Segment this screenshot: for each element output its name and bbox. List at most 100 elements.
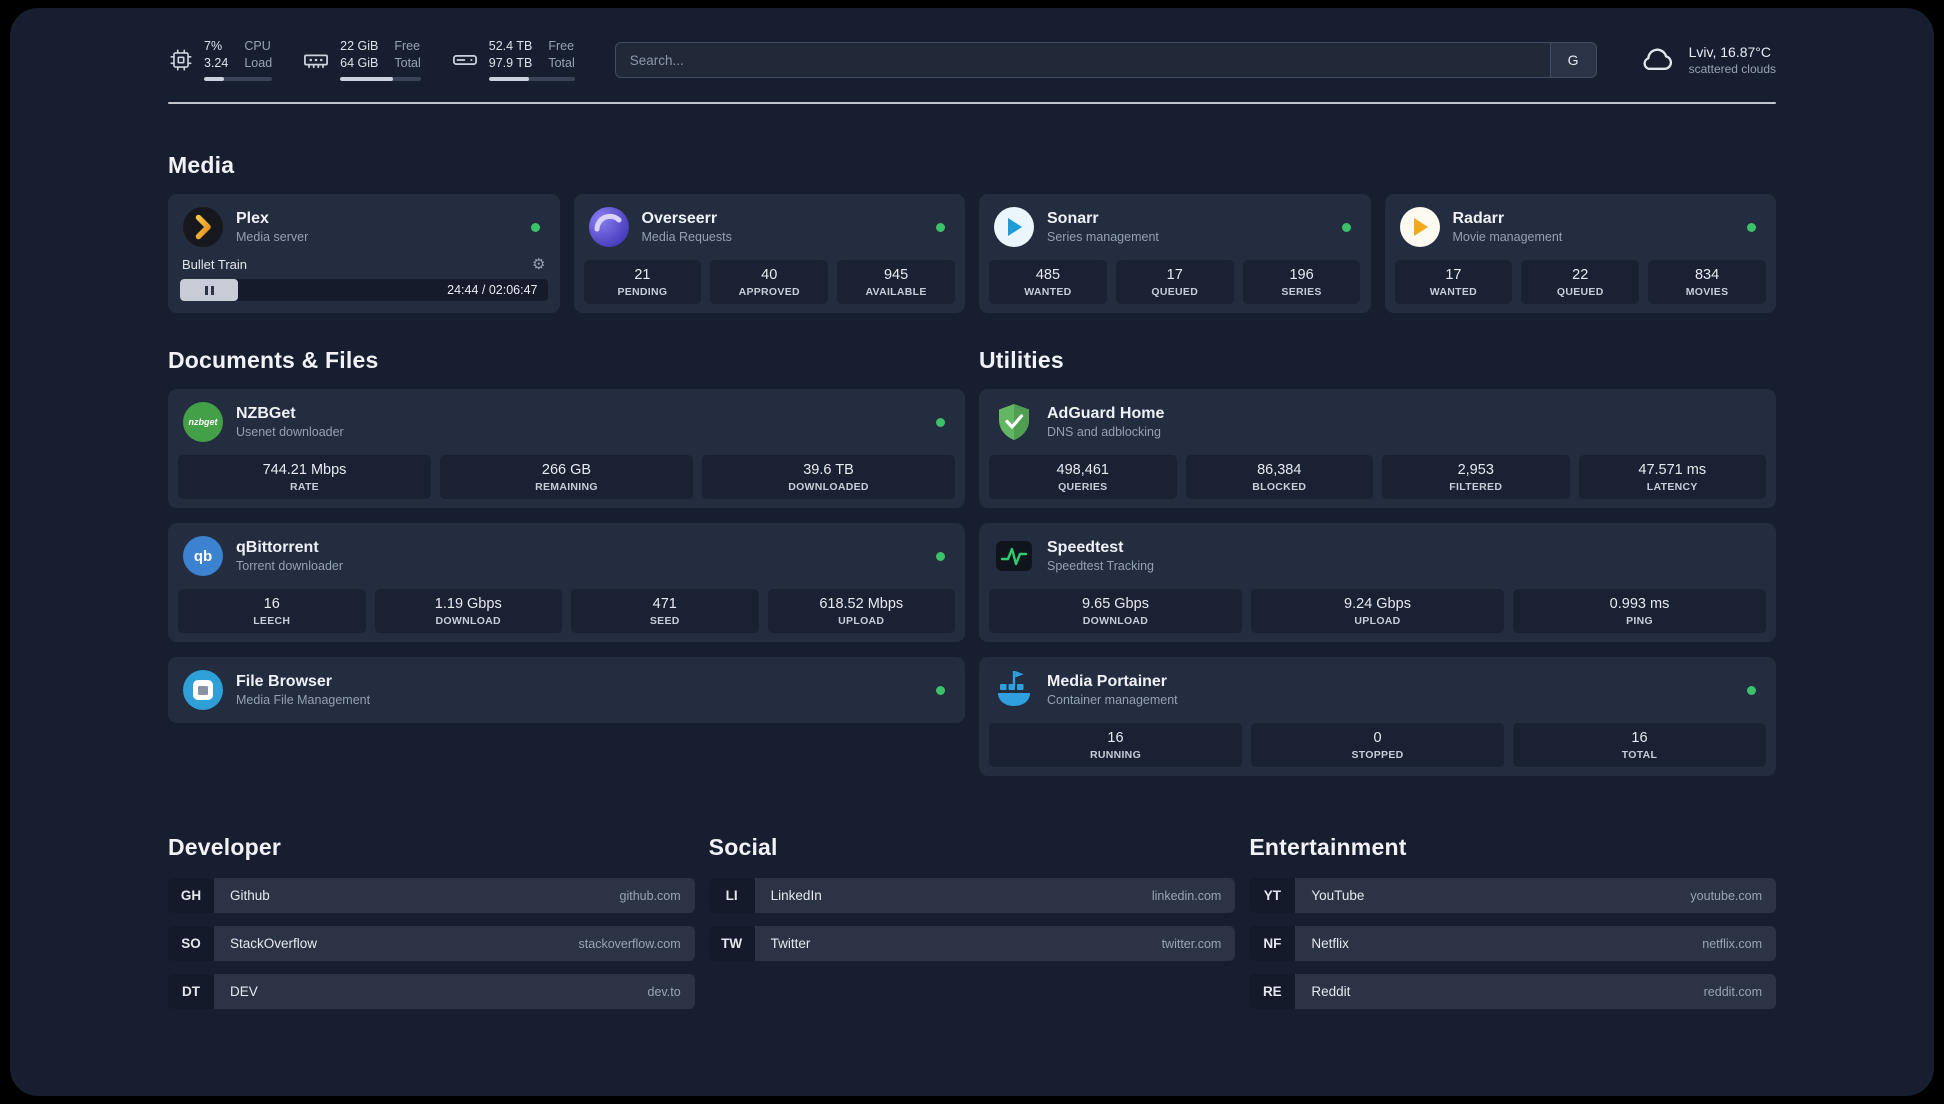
service-card-overseerr[interactable]: Overseerr Media Requests 21 PENDING 40 A… <box>573 194 965 313</box>
stat-wanted: 17 WANTED <box>1394 260 1513 304</box>
overseerr-icon <box>588 206 630 248</box>
stat-label: REMAINING <box>535 481 598 493</box>
service-title: Sonarr <box>1047 210 1099 227</box>
portainer-icon <box>993 669 1035 711</box>
stat-value: 39.6 TB <box>803 462 854 478</box>
service-card-speedtest[interactable]: Speedtest Speedtest Tracking 9.65 Gbps D… <box>979 523 1776 642</box>
section-documents: Documents & Files nzbget NZBGet Usenet d… <box>168 345 965 776</box>
bookmark-name: Github <box>230 888 270 903</box>
stat-label: QUEUED <box>1151 286 1199 298</box>
disk-free-value: 52.4 TB <box>488 39 533 54</box>
stat-label: LATENCY <box>1646 481 1698 493</box>
service-card-nzbget[interactable]: nzbget NZBGet Usenet downloader 744.21 M… <box>168 389 965 508</box>
bookmark-stackoverflow[interactable]: SO StackOverflow stackoverflow.com <box>168 926 695 961</box>
status-dot <box>936 222 945 232</box>
divider <box>168 102 1776 104</box>
service-subtitle: Series management <box>1047 230 1159 244</box>
playback-bar[interactable]: 24:44 / 02:06:47 <box>180 279 548 301</box>
playback-time: 24:44 / 02:06:47 <box>447 283 538 297</box>
service-subtitle: Movie management <box>1452 230 1563 244</box>
stat-movies: 834 MOVIES <box>1648 260 1766 304</box>
bookmark-name: DEV <box>230 984 258 999</box>
stat-wanted: 485 WANTED <box>989 260 1107 304</box>
search-provider-button[interactable]: G <box>1549 43 1596 77</box>
stat-pending: 21 PENDING <box>583 260 702 304</box>
bookmark-name: StackOverflow <box>230 936 318 951</box>
service-card-qbittorrent[interactable]: qb qBittorrent Torrent downloader 16 LEE… <box>168 523 965 642</box>
stat-rate: 744.21 Mbps RATE <box>178 455 431 499</box>
bookmark-abbr: DT <box>168 974 214 1009</box>
memory-usage-bar <box>340 76 421 81</box>
stat-label: APPROVED <box>738 286 800 298</box>
cpu-usage-label: CPU <box>244 39 271 54</box>
stat-value: 498,461 <box>1056 462 1109 478</box>
service-title: Media Portainer <box>1047 673 1168 690</box>
cpu-icon <box>168 47 194 73</box>
disk-total-label: Total <box>548 56 575 70</box>
stat-label: PING <box>1626 615 1653 627</box>
bookmark-name: Twitter <box>770 936 811 951</box>
bookmark-group-title: Entertainment <box>1249 834 1407 860</box>
stat-label: DOWNLOADED <box>788 481 869 493</box>
stat-value: 17 <box>1445 267 1462 283</box>
memory-icon <box>302 46 330 74</box>
memory-free-value: 22 GiB <box>340 39 379 54</box>
stat-label: SEED <box>649 615 680 627</box>
service-card-plex[interactable]: Plex Media server Bullet Train ⚙ 24:44 /… <box>168 194 560 313</box>
bookmark-netflix[interactable]: NF Netflix netflix.com <box>1249 926 1776 961</box>
bookmark-abbr: GH <box>168 878 214 913</box>
service-subtitle: DNS and adblocking <box>1047 425 1161 439</box>
stat-download: 1.19 Gbps DOWNLOAD <box>374 589 562 633</box>
service-title: Radarr <box>1452 210 1505 227</box>
bookmark-url: youtube.com <box>1690 888 1762 903</box>
service-card-filebrowser[interactable]: File Browser Media File Management <box>168 657 965 723</box>
stat-ping: 0.993 ms PING <box>1513 589 1766 633</box>
cpu-load-value: 3.24 <box>204 56 229 70</box>
service-subtitle: Usenet downloader <box>236 425 344 439</box>
stat-label: AVAILABLE <box>865 286 927 298</box>
plex-icon <box>182 206 224 248</box>
top-bar: 7% CPU 3.24 Load 22 GiB Free 64 GiB Tota… <box>168 38 1776 82</box>
service-title: File Browser <box>236 673 333 690</box>
stat-label: WANTED <box>1429 286 1478 298</box>
service-card-adguard[interactable]: AdGuard Home DNS and adblocking 498,461 … <box>979 389 1776 508</box>
service-title: Speedtest <box>1047 539 1124 556</box>
stat-label: SERIES <box>1281 286 1322 298</box>
stat-label: RUNNING <box>1089 749 1142 761</box>
nzbget-icon: nzbget <box>182 401 224 443</box>
bookmark-linkedin[interactable]: LI LinkedIn linkedin.com <box>708 878 1236 913</box>
status-dot <box>936 551 945 561</box>
status-dot <box>530 222 540 232</box>
bookmark-abbr: RE <box>1249 974 1296 1009</box>
bookmark-abbr: TW <box>708 926 755 961</box>
bookmark-url: linkedin.com <box>1151 888 1222 903</box>
stat-value: 1.19 Gbps <box>434 596 502 612</box>
stat-label: UPLOAD <box>1354 615 1401 627</box>
section-title-documents: Documents & Files <box>168 347 379 373</box>
service-card-sonarr[interactable]: Sonarr Series management 485 WANTED 17 Q… <box>979 194 1371 313</box>
stat-label: FILTERED <box>1449 481 1503 493</box>
bookmark-dev[interactable]: DT DEV dev.to <box>168 974 695 1009</box>
service-card-radarr[interactable]: Radarr Movie management 17 WANTED 22 QUE… <box>1384 194 1776 313</box>
pause-button[interactable] <box>180 279 238 301</box>
stat-label: LEECH <box>253 615 291 627</box>
stat-leech: 16 LEECH <box>178 589 366 633</box>
status-dot <box>936 685 945 695</box>
bookmark-twitter[interactable]: TW Twitter twitter.com <box>708 926 1236 961</box>
bookmark-name: Reddit <box>1311 984 1351 999</box>
weather-widget[interactable]: Lviv, 16.87°C scattered clouds <box>1637 38 1776 83</box>
search-input[interactable] <box>615 43 1550 77</box>
bookmark-reddit[interactable]: RE Reddit reddit.com <box>1249 974 1776 1009</box>
service-title: AdGuard Home <box>1047 405 1165 422</box>
bookmark-github[interactable]: GH Github github.com <box>168 878 695 913</box>
bookmark-youtube[interactable]: YT YouTube youtube.com <box>1249 878 1776 913</box>
status-dot <box>1747 222 1756 232</box>
stat-value: 47.571 ms <box>1638 462 1707 478</box>
bookmark-url: dev.to <box>647 984 681 999</box>
stat-value: 0 <box>1373 730 1382 746</box>
stat-total: 16 TOTAL <box>1513 723 1766 767</box>
bookmark-group-developer: Developer GH Github github.com SO StackO… <box>168 832 695 1009</box>
service-card-portainer[interactable]: Media Portainer Container management 16 … <box>979 657 1776 776</box>
gear-icon[interactable]: ⚙ <box>532 257 545 272</box>
disk-free-label: Free <box>548 39 575 54</box>
